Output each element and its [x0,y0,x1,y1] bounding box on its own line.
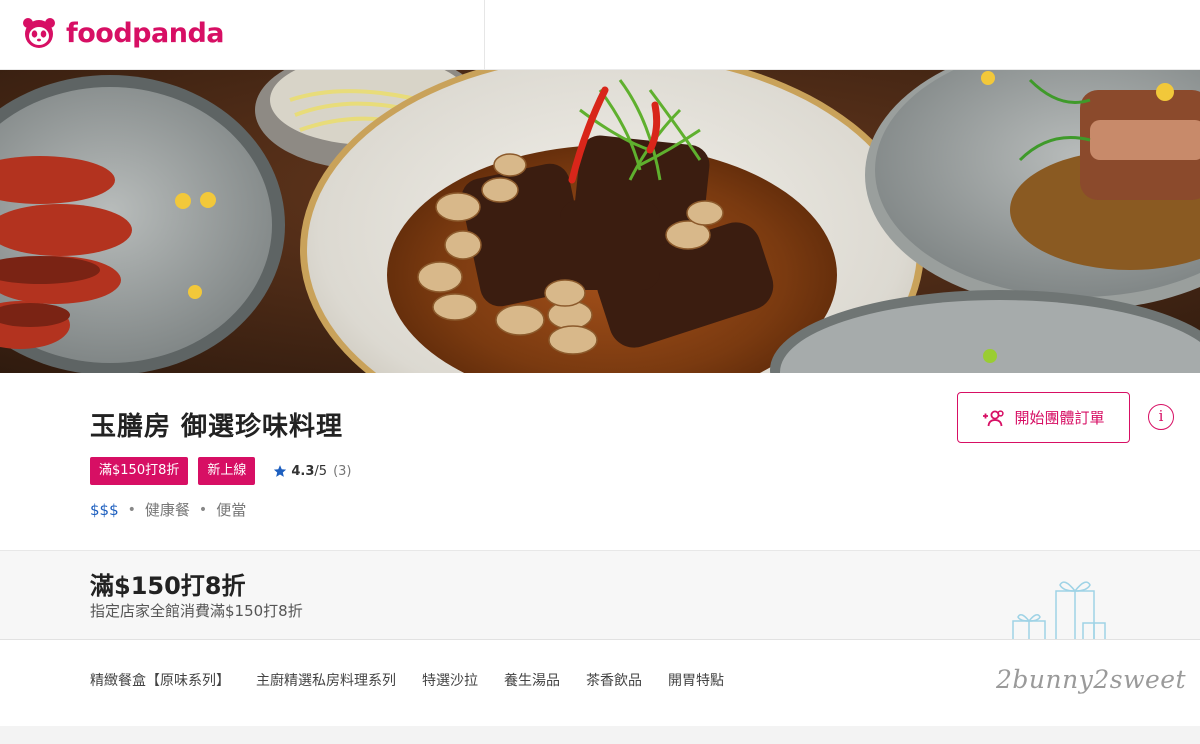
vendor-meta: $$$ • 健康餐 • 便當 [90,499,246,520]
header-divider [484,0,485,70]
gift-icon [1012,581,1106,639]
add-group-icon [983,409,1005,426]
tab-original-bento[interactable]: 精緻餐盒【原味系列】 [90,670,230,690]
group-order-label: 開始團體訂單 [1014,409,1105,427]
panda-icon [23,18,55,48]
hero-image [0,70,1200,373]
cuisine-healthy: 健康餐 [144,501,190,519]
promo-banner: 滿$150打8折 指定店家全館消費滿$150打8折 [0,551,1200,640]
tab-appetizers[interactable]: 開胃特點 [668,670,724,690]
start-group-order-button[interactable]: 開始團體訂單 [957,392,1130,443]
rating-out-of: /5 [314,463,328,479]
food-photo-icon [0,70,1200,373]
tab-salad[interactable]: 特選沙拉 [422,670,478,690]
logo-text: foodpanda [66,17,225,49]
top-header: foodpanda [0,0,1200,70]
cuisine-bento: 便當 [216,501,247,519]
tab-list: 精緻餐盒【原味系列】 主廚精選私房料理系列 特選沙拉 養生湯品 茶香飲品 開胃特… [90,670,724,690]
tab-tea-drinks[interactable]: 茶香飲品 [586,670,642,690]
discount-tag: 滿$150打8折 [90,457,189,485]
promo-title: 滿$150打8折 [90,572,246,600]
rating[interactable]: 4.3 /5 (3) [273,464,351,479]
vendor-info-panel: 玉膳房 御選珍味料理 滿$150打8折 新上線 4.3 /5 (3) $$$ •… [0,373,1200,551]
menu-category-tabs: 精緻餐盒【原味系列】 主廚精選私房料理系列 特選沙拉 養生湯品 茶香飲品 開胃特… [0,640,1200,726]
info-icon[interactable]: i [1148,404,1174,430]
watermark: 2bunny2sweet [996,665,1187,694]
rating-score: 4.3 [291,463,315,479]
separator-dot: • [198,501,208,518]
tab-soup[interactable]: 養生湯品 [504,670,560,690]
price-level: $$$ [90,500,119,519]
rating-count: (3) [333,463,352,479]
vendor-tags: 滿$150打8折 新上線 4.3 /5 (3) [90,457,351,485]
star-icon [274,465,287,477]
foodpanda-logo[interactable]: foodpanda [22,16,225,50]
tab-chef-selection[interactable]: 主廚精選私房料理系列 [256,670,396,690]
separator-dot: • [127,501,136,518]
bottom-strip [0,726,1200,744]
new-vendor-tag: 新上線 [198,457,256,485]
vendor-name: 玉膳房 御選珍味料理 [90,412,344,442]
promo-subtitle: 指定店家全館消費滿$150打8折 [90,602,303,620]
